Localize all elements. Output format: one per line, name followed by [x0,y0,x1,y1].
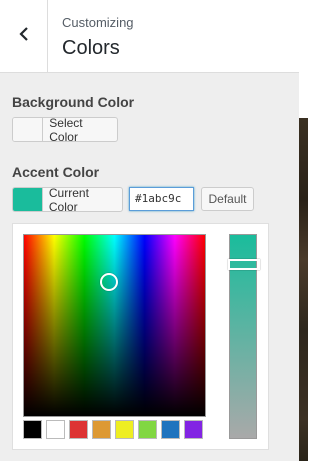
background-color-label: Background Color [12,94,135,110]
saturation-square[interactable] [23,234,206,417]
back-button[interactable] [0,0,48,73]
breadcrumb: Customizing [62,15,134,30]
palette-swatch[interactable] [69,420,88,439]
palette-swatch[interactable] [138,420,157,439]
accent-button-text: Current Color [48,187,89,212]
color-palette [23,420,203,439]
palette-swatch[interactable] [23,420,42,439]
palette-swatch[interactable] [184,420,203,439]
value-slider[interactable] [228,234,260,439]
background-select-color-button[interactable]: Select Color [12,117,118,142]
background-color-swatch [13,118,44,141]
color-picker-handle[interactable] [100,273,118,291]
palette-swatch[interactable] [92,420,111,439]
accent-current-color-button[interactable]: Current Color [12,187,123,212]
palette-swatch[interactable] [46,420,65,439]
panel-header: Customizing Colors [0,0,299,73]
background-button-text: Select Color [49,117,83,142]
color-picker [12,223,269,450]
chevron-left-icon [17,27,31,46]
palette-swatch[interactable] [161,420,180,439]
default-button[interactable]: Default [201,187,254,211]
accent-color-label: Accent Color [12,164,100,180]
site-preview-edge [299,0,308,461]
page-title: Colors [62,37,120,59]
accent-color-swatch [13,188,43,211]
hex-color-input[interactable]: #1abc9c [129,187,194,211]
palette-swatch[interactable] [115,420,134,439]
value-slider-handle[interactable] [228,259,260,270]
customizer-panel: Customizing Colors Background Color Sele… [0,0,299,461]
